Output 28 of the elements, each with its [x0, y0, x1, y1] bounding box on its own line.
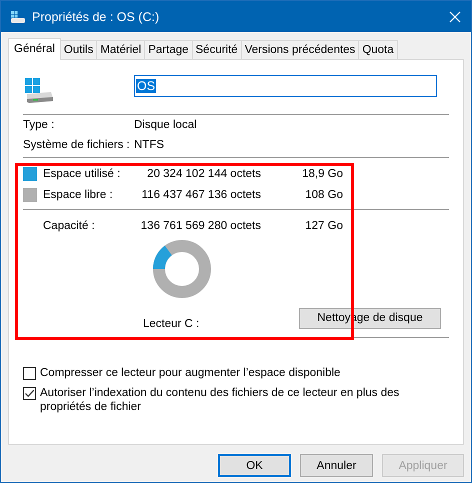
donut-chart-drawing	[153, 240, 211, 298]
name-field[interactable]: OS	[134, 75, 437, 97]
capacity-bytes: 136 761 569 280 octets	[140, 220, 261, 232]
drive-label: Lecteur C :	[143, 318, 200, 330]
tab[interactable]: Quota	[358, 40, 398, 59]
capacity-size: 127 Go	[304, 220, 343, 232]
space-label: Espace libre :	[43, 188, 114, 200]
drive-icon	[23, 76, 55, 104]
capacity-label: Capacité :	[43, 220, 96, 232]
info-value: Disque local	[134, 119, 197, 131]
checkbox[interactable]	[23, 387, 36, 400]
tab[interactable]: Général	[8, 38, 61, 60]
checkbox-label: Compresser ce lecteur pour augmenter l’espace disponible	[40, 366, 340, 380]
drive-icon	[10, 10, 26, 24]
space-bytes: 20 324 102 144 octets	[146, 168, 261, 180]
checkbox-label: Autoriser l’indexation du contenu des fichiers de ce lecteur en plus des propriétés de fichier	[40, 386, 400, 414]
close-icon[interactable]	[449, 10, 461, 22]
space-bytes: 116 437 467 136 octets	[140, 188, 261, 200]
space-size: 108 Go	[304, 188, 343, 200]
info-label: Type :	[23, 119, 56, 131]
info-label: Système de fichiers :	[23, 139, 131, 151]
info-value: NTFS	[134, 139, 164, 151]
dialog-button[interactable]: OK	[218, 454, 291, 477]
window-title: Propriétés de : OS (C:)	[32, 10, 160, 24]
space-label: Espace utilisé :	[43, 168, 122, 180]
dialog-button[interactable]: Annuler	[300, 454, 373, 477]
space-size: 18,9 Go	[301, 168, 343, 180]
checkbox[interactable]	[23, 367, 36, 380]
